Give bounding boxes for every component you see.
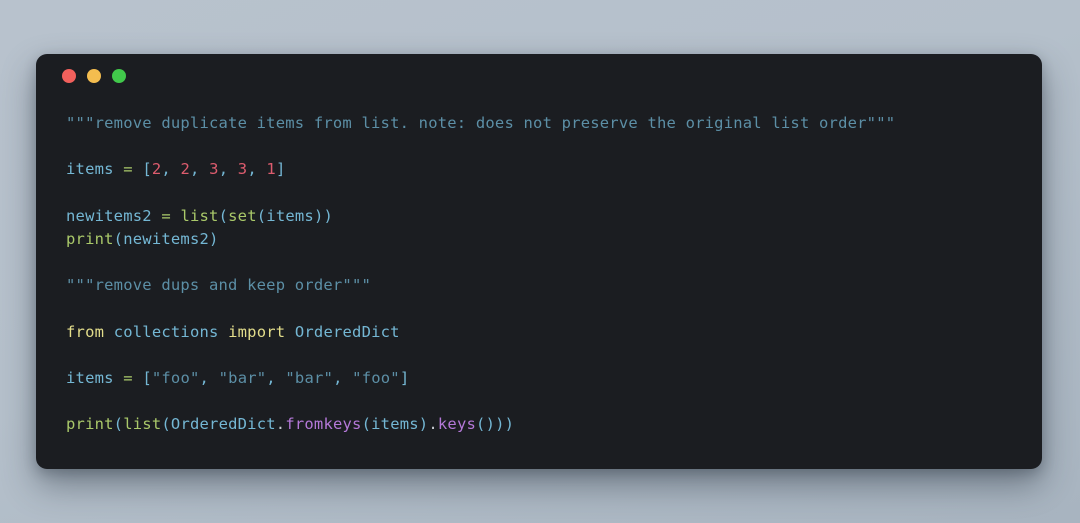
code-token: ) [418,415,429,434]
code-token: [ [142,369,152,388]
screenshot-stage: """remove duplicate items from list. not… [0,0,1080,523]
code-token: fromkeys [285,415,362,434]
code-token: ( [361,415,372,434]
code-token: ( [161,415,171,434]
code-line: newitems2 = list(set(items)) [66,205,1042,228]
code-token: ( [256,206,267,225]
code-token: 2 [180,160,191,179]
code-token: newitems2 [66,206,152,225]
code-line: items = [2, 2, 3, 3, 1] [66,158,1042,181]
code-token: items [66,160,114,179]
code-token: )) [313,206,334,225]
code-token: , [333,369,343,388]
code-token: 3 [237,160,248,179]
code-token: = [161,206,171,225]
code-token: , [266,369,276,388]
traffic-light-close-icon[interactable] [62,69,76,83]
code-token: ) [209,229,219,248]
code-token: [ [142,160,152,179]
code-token: , [190,160,200,179]
code-token: , [218,160,229,179]
code-token: newitems2 [123,229,210,248]
code-token: ] [275,160,286,179]
code-line: print(list(OrderedDict.fromkeys(items).k… [66,413,1042,436]
code-token: , [247,160,257,179]
code-token: OrderedDict [170,415,276,434]
code-token: 3 [209,160,219,179]
code-token: "bar" [218,369,267,388]
code-token: """remove dups and keep order""" [66,276,372,295]
code-token: print [66,229,114,248]
code-token: "foo" [151,369,200,388]
code-token: ( [113,415,124,434]
code-line: """remove duplicate items from list. not… [66,112,1042,135]
code-line: from collections import OrderedDict [66,321,1042,344]
code-token: = [123,160,133,179]
code-editor-content[interactable]: """remove duplicate items from list. not… [36,98,1042,437]
code-token: from [66,322,105,341]
code-window: """remove duplicate items from list. not… [36,54,1042,469]
code-token: list [123,415,162,434]
code-line: """remove dups and keep order""" [66,274,1042,297]
traffic-light-maximize-icon[interactable] [112,69,126,83]
window-title-bar [36,54,1042,98]
code-token: OrderedDict [294,322,400,341]
code-token: set [228,206,257,225]
code-token: print [66,415,114,434]
code-token: list [180,206,219,225]
code-token: 1 [266,160,276,179]
code-token: """remove duplicate items from list. not… [66,114,896,132]
code-token: = [123,369,133,388]
code-token: , [199,369,210,388]
code-line: items = ["foo", "bar", "bar", "foo"] [66,367,1042,390]
code-token: collections [113,322,219,341]
code-token: keys [437,415,477,434]
code-token: "foo" [352,369,400,388]
code-token: , [161,160,171,179]
code-line: print(newitems2) [66,228,1042,251]
traffic-light-minimize-icon[interactable] [87,69,101,83]
code-token: "bar" [285,369,334,388]
code-token: . [275,415,286,434]
code-token: ( [113,229,124,248]
code-token: items [66,369,114,388]
code-token: import [228,322,286,341]
code-token: items [266,206,314,225]
code-token: ())) [476,415,515,434]
code-token: 2 [151,160,162,179]
code-token: items [371,415,419,434]
code-token: ] [399,369,410,388]
code-token: ( [218,206,229,225]
code-token: . [428,415,438,434]
